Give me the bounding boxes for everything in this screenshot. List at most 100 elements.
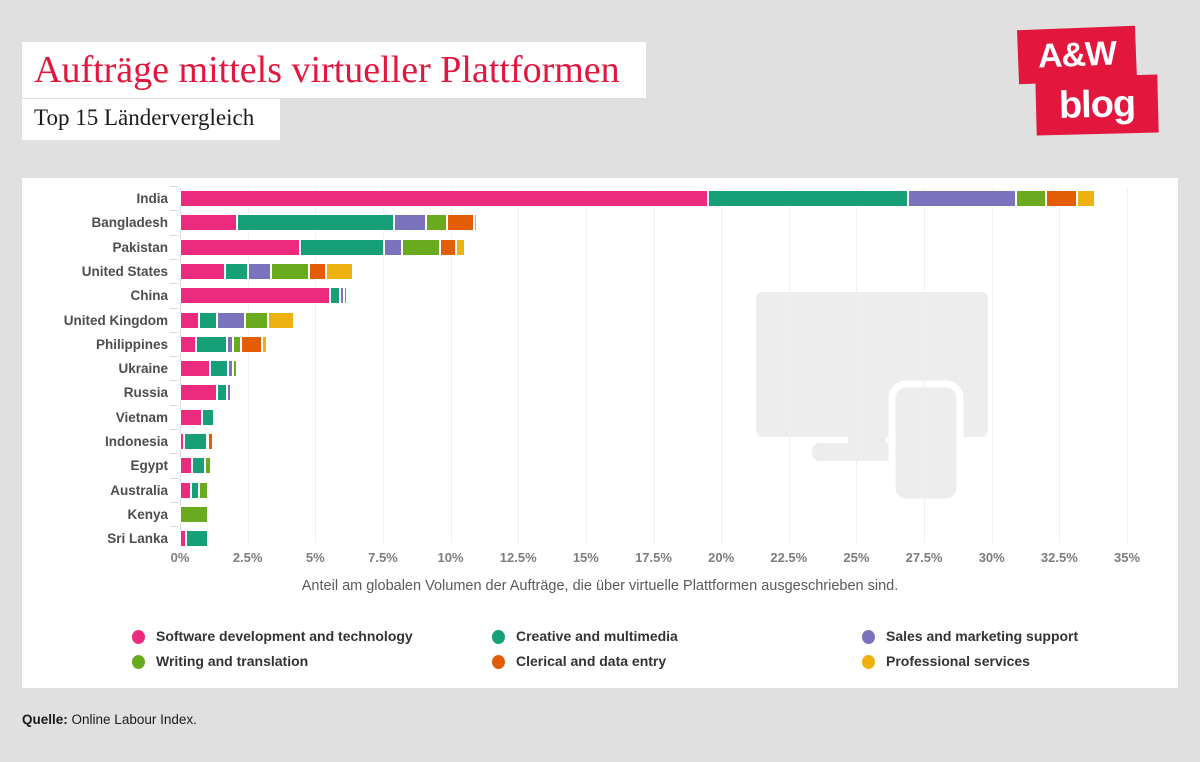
bar-row[interactable] bbox=[22, 190, 1178, 207]
x-tick-label: 12.5% bbox=[499, 550, 537, 565]
x-tick-label: 17.5% bbox=[635, 550, 672, 565]
legend-item[interactable]: Creative and multimedia bbox=[490, 626, 850, 651]
bar-row[interactable] bbox=[22, 335, 1178, 353]
bar-segment[interactable] bbox=[455, 238, 466, 256]
bar-segment[interactable] bbox=[190, 481, 200, 499]
legend-item[interactable]: Professional services bbox=[860, 651, 1200, 676]
bar-segment[interactable] bbox=[473, 214, 477, 232]
y-axis-tick bbox=[170, 477, 178, 479]
bar-segment[interactable] bbox=[1016, 190, 1046, 207]
legend-label: Software development and technology bbox=[156, 628, 413, 644]
bar-segment[interactable] bbox=[185, 530, 209, 548]
bar-segment[interactable] bbox=[245, 311, 269, 329]
bar-segment[interactable] bbox=[439, 238, 456, 256]
bar-segment[interactable] bbox=[224, 262, 248, 280]
legend-label: Sales and marketing support bbox=[886, 628, 1079, 644]
y-axis-tick bbox=[170, 283, 178, 285]
legend-color-dot bbox=[492, 630, 505, 644]
bar-segment[interactable] bbox=[300, 238, 385, 256]
bar-row[interactable] bbox=[22, 384, 1178, 402]
bar-segment[interactable] bbox=[180, 262, 225, 280]
bar-segment[interactable] bbox=[326, 262, 354, 280]
page-subtitle: Top 15 Ländervergleich bbox=[34, 105, 255, 130]
bar-segment[interactable] bbox=[308, 262, 327, 280]
bar-segment[interactable] bbox=[180, 457, 193, 475]
bar-segment[interactable] bbox=[180, 335, 197, 353]
bar-segment[interactable] bbox=[393, 214, 427, 232]
bar-row[interactable] bbox=[22, 238, 1178, 256]
plot-area: 0% 2.5% 5% 7.5% 10% 12.5% 15% 17.5% 20% 22.5% 25% 2… bbox=[22, 178, 1178, 688]
bar-row[interactable] bbox=[22, 505, 1178, 523]
bar-segment[interactable] bbox=[180, 408, 202, 426]
bar-segment[interactable] bbox=[196, 335, 227, 353]
bar-segment[interactable] bbox=[201, 408, 215, 426]
bar-segment[interactable] bbox=[180, 384, 217, 402]
source-text: Online Labour Index. bbox=[71, 712, 197, 727]
aw-blog-logo[interactable]: A&W blog bbox=[1017, 25, 1159, 140]
bar-row[interactable] bbox=[22, 408, 1178, 426]
bar-row[interactable] bbox=[22, 457, 1178, 475]
bar-segment[interactable] bbox=[180, 238, 301, 256]
bar-segment[interactable] bbox=[401, 238, 440, 256]
bar-row[interactable] bbox=[22, 433, 1178, 450]
legend-item[interactable]: Sales and marketing support bbox=[860, 626, 1200, 651]
bar-segment[interactable] bbox=[180, 287, 331, 305]
bar-segment[interactable] bbox=[208, 433, 214, 450]
bar-segment[interactable] bbox=[1045, 190, 1077, 207]
bar-segment[interactable] bbox=[330, 287, 340, 305]
bar-segment[interactable] bbox=[210, 360, 228, 378]
bar-segment[interactable] bbox=[227, 384, 232, 402]
legend-item[interactable]: Software development and technology bbox=[130, 626, 490, 651]
bar-segment[interactable] bbox=[270, 262, 309, 280]
bar-segment[interactable] bbox=[384, 238, 402, 256]
bar-row[interactable] bbox=[22, 360, 1178, 378]
bar-segment[interactable] bbox=[180, 505, 209, 523]
bar-segment[interactable] bbox=[180, 481, 191, 499]
bar-segment[interactable] bbox=[199, 481, 209, 499]
bar-segment[interactable] bbox=[180, 190, 708, 207]
bar-segment[interactable] bbox=[268, 311, 294, 329]
bar-segment[interactable] bbox=[216, 384, 228, 402]
bar-row[interactable] bbox=[22, 214, 1178, 232]
bar-segment[interactable] bbox=[184, 433, 208, 450]
bar-segment[interactable] bbox=[707, 190, 908, 207]
legend-item[interactable]: Clerical and data entry bbox=[490, 651, 850, 676]
bar-segment[interactable] bbox=[226, 335, 234, 353]
bar-segment[interactable] bbox=[217, 311, 246, 329]
x-tick-label: 20% bbox=[708, 550, 735, 565]
bar-segment[interactable] bbox=[180, 311, 200, 329]
bar-segment[interactable] bbox=[204, 457, 211, 475]
bar-segment[interactable] bbox=[192, 457, 205, 475]
bar-segment[interactable] bbox=[233, 335, 242, 353]
y-axis-tick bbox=[170, 429, 178, 430]
bar-segment[interactable] bbox=[261, 335, 267, 353]
logo-box-bottom: blog bbox=[1035, 74, 1159, 136]
bar-segment[interactable] bbox=[343, 287, 347, 305]
legend-label: Clerical and data entry bbox=[516, 653, 667, 669]
legend-column: Creative and multimedia Clerical and data… bbox=[490, 626, 850, 676]
bar-segment[interactable] bbox=[426, 214, 447, 232]
bar-row[interactable] bbox=[22, 311, 1178, 329]
legend-color-dot bbox=[132, 655, 145, 669]
y-axis-tick bbox=[170, 380, 178, 382]
bar-segment[interactable] bbox=[446, 214, 474, 232]
bar-segment[interactable] bbox=[180, 214, 237, 232]
bar-segment[interactable] bbox=[1076, 190, 1095, 207]
bar-row[interactable] bbox=[22, 287, 1178, 305]
bar-row[interactable] bbox=[22, 530, 1178, 548]
bar-row[interactable] bbox=[22, 481, 1178, 499]
x-tick-label: 10% bbox=[437, 550, 464, 565]
bar-segment[interactable] bbox=[232, 360, 237, 378]
bar-row[interactable] bbox=[22, 262, 1178, 280]
x-tick-label: 22.5% bbox=[770, 550, 808, 565]
bar-segment[interactable] bbox=[907, 190, 1017, 207]
legend-label: Professional services bbox=[886, 653, 1030, 669]
y-axis-tick bbox=[170, 234, 178, 236]
bar-segment[interactable] bbox=[180, 360, 211, 378]
bar-segment[interactable] bbox=[247, 262, 271, 280]
bar-segment[interactable] bbox=[236, 214, 394, 232]
y-axis-tick bbox=[170, 453, 178, 455]
legend-item[interactable]: Writing and translation bbox=[130, 651, 490, 676]
bar-segment[interactable] bbox=[241, 335, 262, 353]
bar-segment[interactable] bbox=[199, 311, 218, 329]
